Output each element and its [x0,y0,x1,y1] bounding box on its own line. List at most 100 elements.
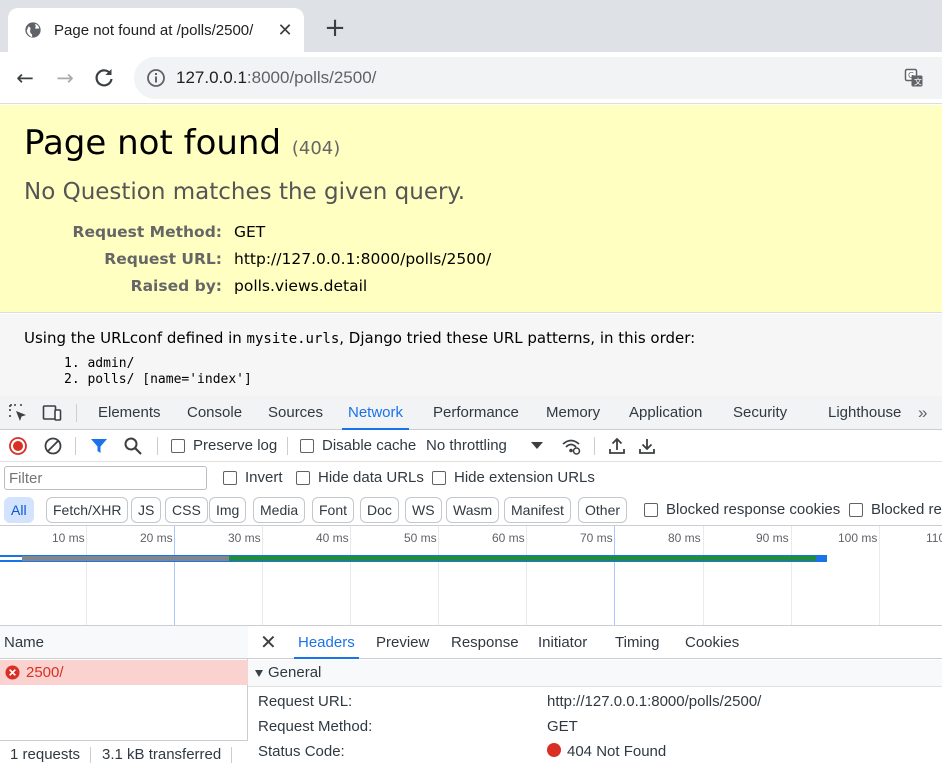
tab-console[interactable]: Console [187,396,242,430]
triangle-down-icon [255,670,263,677]
resource-type-bar: All Fetch/XHR JS CSS Img Media Font Doc … [0,494,942,526]
tab-timing[interactable]: Timing [615,626,659,659]
filter-input[interactable] [4,466,207,490]
timeline-tick: 70 ms [580,531,613,545]
tab-network[interactable]: Network [341,396,410,430]
detail-tabbar: ✕ Headers Preview Response Initiator Tim… [248,626,942,659]
type-filter-fetch-xhr[interactable]: Fetch/XHR [46,497,129,523]
timeline-overview[interactable]: 10 ms 20 ms 30 ms 40 ms 50 ms 60 ms 70 m… [0,526,942,626]
error-icon [5,665,20,680]
type-filter-img[interactable]: Img [209,497,247,523]
request-detail-panel: ✕ Headers Preview Response Initiator Tim… [248,626,942,768]
invert-checkbox[interactable] [223,471,237,485]
type-filter-manifest[interactable]: Manifest [504,497,571,523]
tab-elements[interactable]: Elements [98,396,161,430]
translate-icon[interactable]: G 文 [904,68,924,88]
tab-memory[interactable]: Memory [546,396,600,430]
chevron-down-icon[interactable] [531,442,543,449]
error-summary: Page not found (404) No Question matches… [0,105,942,313]
new-tab-button[interactable]: + [322,15,348,42]
meta-row: Raised by: polls.views.detail [130,277,368,295]
type-filter-media[interactable]: Media [253,497,306,523]
request-count: 1 requests [10,746,81,763]
filter-bar: Invert Hide data URLs Hide extension URL… [0,462,942,494]
tab-sources[interactable]: Sources [268,396,323,430]
url-patterns-info: Using the URLconf defined in mysite.urls… [0,314,942,396]
hide-data-urls-checkbox[interactable] [296,471,310,485]
timeline-tick: 40 ms [316,531,349,545]
more-tabs-icon[interactable]: » [918,396,927,430]
type-filter-wasm[interactable]: Wasm [446,497,500,523]
table-row[interactable]: 2500/ [0,660,248,685]
back-arrow-icon[interactable]: ← [12,65,38,91]
tab-strip: Page not found at /polls/2500/ ✕ + [0,0,942,52]
stop-recording-icon[interactable] [8,436,28,456]
import-har-icon[interactable] [607,436,627,456]
tab-title: Page not found at /polls/2500/ [54,21,254,39]
timeline-bar-waiting [229,556,816,561]
inspect-element-icon[interactable] [8,403,28,423]
clear-icon[interactable] [43,436,63,456]
name-column-header[interactable]: Name [0,626,248,659]
tab-lighthouse[interactable]: Lighthouse [828,396,901,430]
device-toolbar-icon[interactable] [42,403,62,423]
info-icon[interactable] [146,68,166,88]
url-text[interactable]: 127.0.0.1:8000/polls/2500/ [176,68,376,88]
tab-application[interactable]: Application [629,396,702,430]
search-icon[interactable] [123,436,143,456]
header-row: Request URL: http://127.0.0.1:8000/polls… [258,693,762,710]
hide-extension-urls-label: Hide extension URLs [454,469,595,486]
preserve-log-checkbox[interactable] [171,439,185,453]
type-filter-font[interactable]: Font [312,497,355,523]
status-code: (404) [291,138,341,159]
url-patterns-list: 1. admin/ 2. polls/ [name='index'] [64,356,252,388]
network-conditions-icon[interactable] [561,436,581,456]
close-icon[interactable]: ✕ [260,631,277,653]
tab-preview[interactable]: Preview [376,626,429,659]
blocked-response-cookies-label: Blocked response cookies [666,501,841,518]
page-title: Page not found (404) [24,123,341,163]
hide-extension-urls-checkbox[interactable] [432,471,446,485]
browser-tab[interactable]: Page not found at /polls/2500/ ✕ [8,8,304,52]
blocked-requests-checkbox[interactable] [849,503,863,517]
transferred-size: 3.1 kB transferred [102,746,222,763]
info-text: Using the URLconf defined in mysite.urls… [24,329,696,347]
timeline-bar-queue [0,557,22,560]
tab-cookies[interactable]: Cookies [685,626,739,659]
close-icon[interactable]: ✕ [276,21,294,39]
type-filter-ws[interactable]: WS [405,497,442,523]
timeline-tick: 80 ms [668,531,701,545]
tab-initiator[interactable]: Initiator [538,626,587,659]
header-row: Request Method: GET [258,718,578,735]
export-har-icon[interactable] [637,436,657,456]
network-summary-bar: 1 requests 3.1 kB transferred [0,740,248,768]
type-filter-css[interactable]: CSS [165,497,208,523]
blocked-response-cookies-checkbox[interactable] [644,503,658,517]
reload-icon[interactable] [92,66,116,90]
tab-headers[interactable]: Headers [294,626,359,659]
meta-row: Request URL: http://127.0.0.1:8000/polls… [104,250,492,268]
list-item: 1. admin/ [64,356,135,371]
timeline-tick: 90 ms [756,531,789,545]
tab-response[interactable]: Response [451,626,519,659]
devtools-tabbar: Elements Console Sources Network Perform… [0,396,942,430]
type-filter-other[interactable]: Other [578,497,628,523]
svg-text:文: 文 [914,77,922,87]
timeline-tick: 10 ms [52,531,85,545]
throttling-select[interactable]: No throttling [426,437,507,454]
filter-icon[interactable] [89,436,109,456]
meta-row: Request Method: GET [72,223,266,241]
tab-performance[interactable]: Performance [433,396,519,430]
tab-security[interactable]: Security [733,396,787,430]
request-name: 2500/ [26,664,64,681]
disable-cache-checkbox[interactable] [300,439,314,453]
type-filter-doc[interactable]: Doc [360,497,399,523]
list-item: 2. polls/ [name='index'] [64,372,252,387]
type-filter-js[interactable]: JS [131,497,162,523]
forward-arrow-icon[interactable]: → [52,65,78,91]
browser-toolbar: ← → 127.0.0.1:8000/polls/2500/ G 文 [0,52,942,104]
address-bar[interactable]: 127.0.0.1:8000/polls/2500/ G 文 [134,57,942,99]
type-filter-all[interactable]: All [4,497,34,523]
header-row: Status Code: 404 Not Found [258,743,667,760]
general-section-header[interactable]: General [248,660,942,687]
